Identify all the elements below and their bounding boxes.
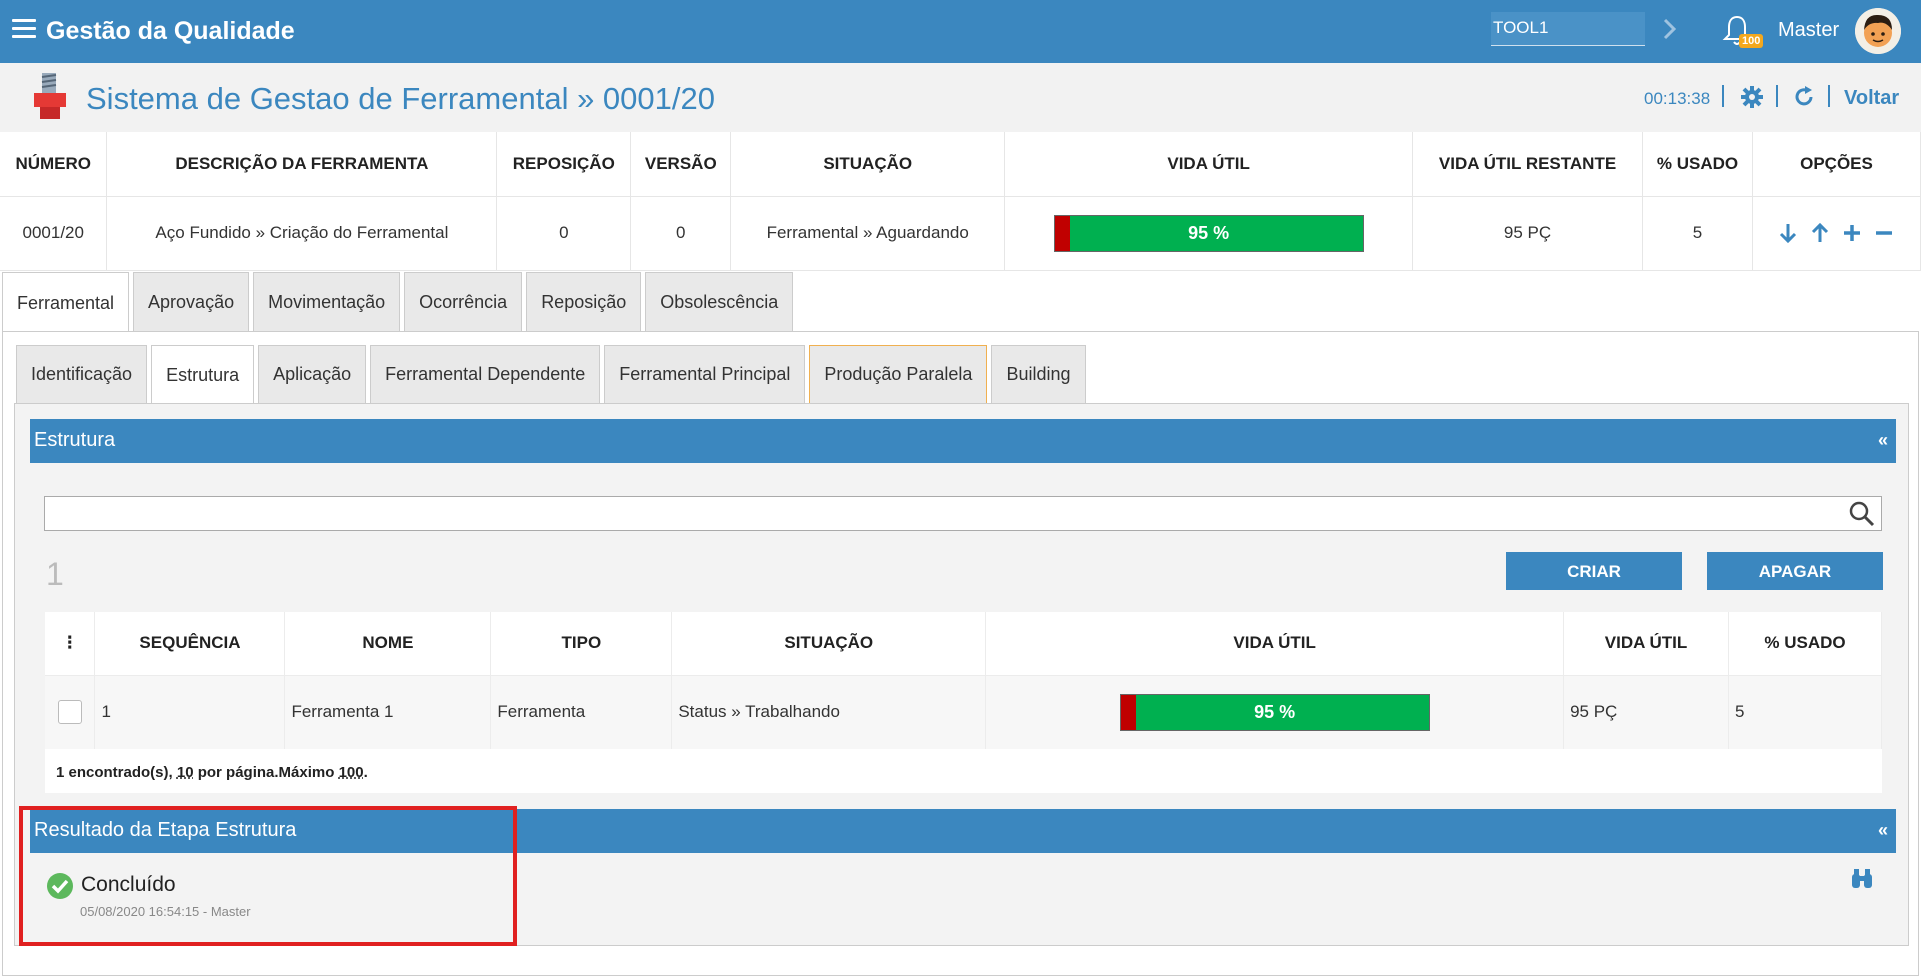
table-row: 0001/20 Aço Fundido » Criação do Ferrame…	[0, 196, 1921, 271]
col-vida-util: VIDA ÚTIL	[1004, 132, 1414, 197]
estrutura-table: ⋮ SEQUÊNCIA NOME TIPO SITUAÇÃO VIDA ÚTIL…	[45, 612, 1882, 749]
tab-reposicao[interactable]: Reposição	[526, 272, 642, 331]
col-tipo[interactable]: TIPO	[490, 612, 673, 676]
tab-identificacao[interactable]: Identificação	[16, 345, 148, 403]
back-link[interactable]: Voltar	[1844, 87, 1899, 110]
pagination-info: 1 encontrado(s), 10 por página.Máximo 10…	[45, 749, 1882, 793]
collapse-icon[interactable]: «	[1878, 430, 1888, 451]
table-row[interactable]: 1 Ferramenta 1 Ferramenta Status » Traba…	[45, 675, 1882, 749]
cell-situacao: Ferramental » Aguardando	[730, 196, 1006, 271]
col-reposicao: REPOSIÇÃO	[496, 132, 632, 197]
cell-vida-util: 95 %	[985, 675, 1565, 749]
cell-reposicao: 0	[496, 196, 632, 271]
life-progress-bar: 95 %	[1119, 693, 1430, 731]
record-count: 1	[46, 556, 64, 592]
tool-icon	[34, 73, 66, 119]
minus-icon[interactable]	[1873, 222, 1895, 244]
life-progress-bar: 95 %	[1053, 214, 1364, 252]
col-vida-util[interactable]: VIDA ÚTIL	[985, 612, 1565, 676]
cell-vida-util-restante: 95 PÇ	[1563, 675, 1730, 749]
cell-usado: 5	[1642, 196, 1753, 271]
cell-usado: 5	[1728, 675, 1882, 749]
tool-search-input[interactable]: TOOL1	[1491, 12, 1645, 46]
tab-building[interactable]: Building	[991, 345, 1086, 403]
col-versao: VERSÃO	[630, 132, 732, 197]
estrutura-section-header[interactable]: Estrutura «	[30, 419, 1896, 463]
cell-vida-restante: 95 PÇ	[1412, 196, 1643, 271]
row-select-cell	[45, 675, 96, 749]
sub-tabs: Identificação Estrutura Aplicação Ferram…	[16, 345, 1090, 405]
tab-estrutura[interactable]: Estrutura	[151, 345, 255, 405]
tab-ferramental-principal[interactable]: Ferramental Principal	[604, 345, 806, 403]
col-vida-restante: VIDA ÚTIL RESTANTE	[1412, 132, 1643, 197]
arrow-up-icon[interactable]	[1809, 222, 1831, 244]
highlight-box	[19, 806, 517, 946]
cell-opcoes	[1752, 196, 1921, 271]
cell-sequencia: 1	[94, 675, 286, 749]
cell-descricao: Aço Fundido » Criação do Ferramental	[106, 196, 498, 271]
gear-icon[interactable]	[1740, 85, 1764, 109]
footer-end: .	[363, 764, 368, 781]
tab-producao-paralela[interactable]: Produção Paralela	[809, 345, 988, 403]
col-vida-util-restante[interactable]: VIDA ÚTIL	[1563, 612, 1730, 676]
grid-menu-icon[interactable]: ⋮	[45, 612, 96, 676]
tab-obsolescencia[interactable]: Obsolescência	[645, 272, 794, 331]
col-usado[interactable]: % USADO	[1728, 612, 1882, 676]
tab-movimentacao[interactable]: Movimentação	[253, 272, 401, 331]
col-situacao[interactable]: SITUAÇÃO	[671, 612, 987, 676]
tab-aprovacao[interactable]: Aprovação	[133, 272, 250, 331]
max-select[interactable]: 100	[339, 764, 364, 781]
tab-aplicacao[interactable]: Aplicação	[258, 345, 367, 403]
col-numero: NÚMERO	[0, 132, 108, 197]
top-bar: Gestão da Qualidade TOOL1 100 Master	[0, 0, 1921, 63]
per-page-text: por página.Máximo	[193, 764, 339, 781]
chevron-right-icon[interactable]	[1660, 14, 1680, 44]
per-page-select[interactable]: 10	[177, 764, 194, 781]
life-progress-label: 95 %	[1188, 222, 1230, 243]
app-title: Gestão da Qualidade	[46, 17, 295, 45]
delete-button[interactable]: APAGAR	[1707, 552, 1883, 590]
binoculars-icon[interactable]	[1850, 868, 1874, 890]
tab-ocorrencia[interactable]: Ocorrência	[404, 272, 523, 331]
search-input[interactable]	[44, 496, 1882, 531]
cell-vida-util: 95 %	[1004, 196, 1414, 271]
divider	[1776, 85, 1778, 107]
arrow-down-icon[interactable]	[1777, 222, 1799, 244]
col-descricao: DESCRIÇÃO DA FERRAMENTA	[106, 132, 498, 197]
menu-icon[interactable]	[12, 19, 36, 39]
tab-ferramental-dependente[interactable]: Ferramental Dependente	[370, 345, 601, 403]
found-count: 1 encontrado(s),	[56, 764, 177, 781]
main-tabs: Ferramental Aprovação Movimentação Ocorr…	[2, 272, 797, 333]
tab-ferramental[interactable]: Ferramental	[2, 272, 130, 333]
notification-badge: 100	[1739, 34, 1764, 48]
section-title: Estrutura	[34, 429, 116, 451]
divider	[1828, 85, 1830, 107]
row-checkbox[interactable]	[57, 700, 82, 725]
plus-icon[interactable]	[1841, 222, 1863, 244]
cell-numero: 0001/20	[0, 196, 108, 271]
page-title: Sistema de Gestao de Ferramental » 0001/…	[86, 81, 715, 116]
cell-versao: 0	[630, 196, 732, 271]
col-usado: % USADO	[1642, 132, 1753, 197]
page-header: Sistema de Gestao de Ferramental » 0001/…	[0, 63, 1921, 132]
col-situacao: SITUAÇÃO	[730, 132, 1006, 197]
cell-nome: Ferramenta 1	[284, 675, 492, 749]
col-opcoes: OPÇÕES	[1752, 132, 1921, 197]
session-clock: 00:13:38	[1644, 89, 1711, 108]
divider	[1722, 85, 1724, 107]
cell-situacao: Status » Trabalhando	[671, 675, 987, 749]
col-nome[interactable]: NOME	[284, 612, 492, 676]
life-progress-label: 95 %	[1254, 701, 1296, 722]
reload-icon[interactable]	[1792, 85, 1816, 109]
avatar[interactable]	[1855, 8, 1901, 54]
cell-tipo: Ferramenta	[490, 675, 673, 749]
collapse-icon[interactable]: «	[1878, 820, 1888, 841]
tool-summary-table: NÚMERO DESCRIÇÃO DA FERRAMENTA REPOSIÇÃO…	[0, 132, 1921, 271]
create-button[interactable]: CRIAR	[1506, 552, 1682, 590]
search-icon[interactable]	[1849, 501, 1875, 527]
col-sequencia[interactable]: SEQUÊNCIA	[94, 612, 286, 676]
user-name[interactable]: Master	[1778, 19, 1839, 42]
